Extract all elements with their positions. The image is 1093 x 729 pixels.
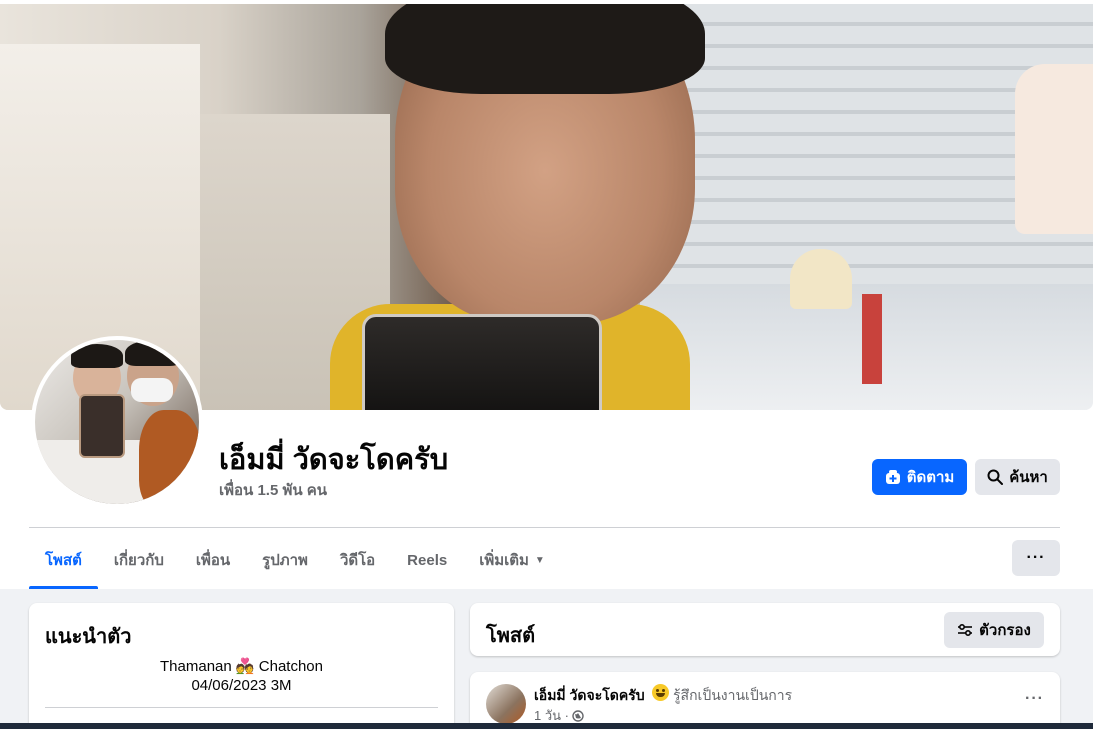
- more-options-button[interactable]: ···: [1012, 540, 1060, 576]
- filter-icon: [958, 623, 973, 637]
- cover-red-sign: [862, 294, 882, 384]
- posts-title: โพสต์: [486, 625, 536, 647]
- tab-reels-label: Reels: [407, 551, 448, 569]
- caret-down-icon: ▼: [534, 554, 545, 566]
- post-author-name[interactable]: เอ็มมี่ วัดจะโดครับ: [534, 685, 645, 707]
- tab-friends[interactable]: เพื่อน: [180, 531, 246, 589]
- smile-emoji-icon: [652, 684, 669, 701]
- cover-phone: [362, 314, 602, 410]
- tab-videos-label: วิดีโอ: [339, 552, 376, 569]
- intro-divider: [45, 707, 438, 708]
- tab-posts-label: โพสต์: [45, 552, 82, 569]
- cover-person-hair: [385, 4, 705, 94]
- search-button[interactable]: ค้นหา: [975, 459, 1060, 495]
- profile-avatar[interactable]: [31, 336, 203, 508]
- tab-about-label: เกี่ยวกับ: [113, 552, 164, 569]
- filter-button[interactable]: ตัวกรอง: [944, 612, 1044, 648]
- posts-header-card: โพสต์ ตัวกรอง: [470, 603, 1060, 656]
- avatar-phone: [79, 394, 125, 458]
- profile-name: เอ็มมี่ วัดจะโดครับ: [219, 444, 449, 476]
- avatar-mask: [131, 378, 173, 402]
- follow-icon: [885, 470, 900, 484]
- post-feeling: รู้สึกเป็นงานเป็นการ: [673, 687, 793, 703]
- follow-button[interactable]: ติดตาม: [872, 459, 967, 495]
- intro-card: แนะนำตัว Thamanan 💑 Chatchon 04/06/2023 …: [29, 603, 454, 729]
- search-label: ค้นหา: [1009, 469, 1048, 486]
- tab-videos[interactable]: วิดีโอ: [324, 531, 391, 589]
- tab-reels[interactable]: Reels: [391, 531, 463, 589]
- profile-tabs: โพสต์ เกี่ยวกับ เพื่อน รูปภาพ วิดีโอ Ree…: [29, 531, 561, 589]
- tab-about[interactable]: เกี่ยวกับ: [98, 531, 180, 589]
- cover-lamp: [790, 249, 852, 309]
- tab-posts[interactable]: โพสต์: [29, 531, 98, 589]
- intro-bio-line-2: 04/06/2023 3M: [191, 677, 292, 694]
- avatar-plush-toy: [139, 410, 199, 504]
- search-icon: [987, 469, 1004, 485]
- tab-photos-label: รูปภาพ: [262, 552, 308, 569]
- tab-more-label: เพิ่มเติม: [479, 552, 529, 569]
- bio-suffix: Chatchon: [258, 658, 323, 675]
- tab-more[interactable]: เพิ่มเติม ▼: [463, 531, 561, 589]
- globe-icon: [572, 709, 584, 722]
- intro-bio-line-1: Thamanan 💑 Chatchon: [29, 657, 454, 675]
- cover-lamp-2: [1015, 64, 1093, 234]
- filter-label: ตัวกรอง: [979, 622, 1031, 639]
- friends-count[interactable]: เพื่อน 1.5 พัน คน: [219, 478, 327, 502]
- post-more-button[interactable]: ···: [1025, 690, 1044, 708]
- heart-icon: 💑: [235, 658, 255, 675]
- post-card: เอ็มมี่ วัดจะโดครับ รู้สึกเป็นงานเป็นการ…: [470, 672, 1060, 729]
- post-author-avatar[interactable]: [486, 684, 526, 724]
- follow-label: ติดตาม: [906, 469, 955, 486]
- tab-friends-label: เพื่อน: [195, 552, 231, 569]
- intro-title: แนะนำตัว: [45, 626, 132, 648]
- window-bottom-bar: [0, 723, 1093, 729]
- tab-photos[interactable]: รูปภาพ: [246, 531, 324, 589]
- header-divider: [29, 527, 1060, 528]
- avatar-hair-1: [71, 344, 123, 368]
- bio-prefix: Thamanan: [160, 658, 232, 675]
- avatar-hair-2: [125, 340, 181, 366]
